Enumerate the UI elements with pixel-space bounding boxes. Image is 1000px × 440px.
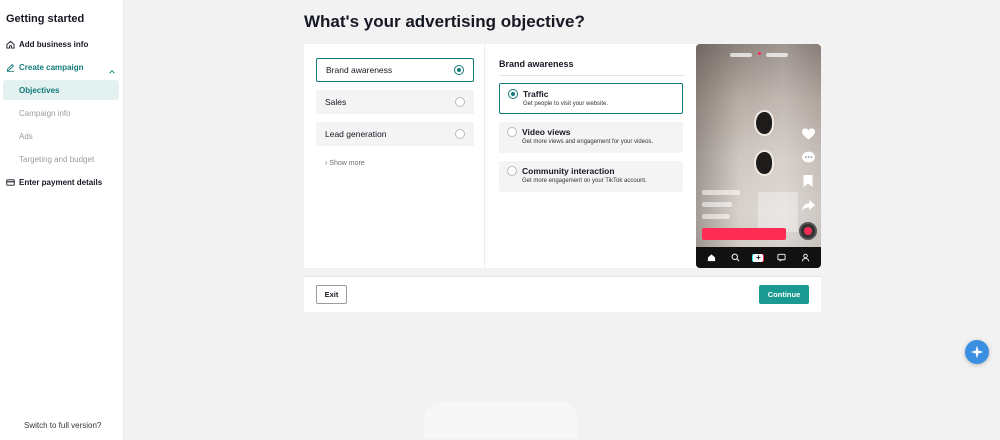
edit-icon xyxy=(6,63,15,72)
goal-option-desc: Get people to visit your website. xyxy=(523,101,609,107)
objective-option-lead-generation[interactable]: Lead generation xyxy=(316,122,474,146)
inbox-icon xyxy=(777,253,787,263)
objective-option-label: Lead generation xyxy=(325,129,387,139)
search-icon xyxy=(730,253,740,263)
product-pedestal xyxy=(758,192,798,232)
radio-icon[interactable] xyxy=(455,97,465,107)
ad-preview-phone: + xyxy=(696,44,821,268)
card-icon xyxy=(6,178,15,187)
switch-to-full-version-link[interactable]: Switch to full version? xyxy=(24,421,101,430)
sidebar-title: Getting started xyxy=(6,13,85,25)
preview-bottom-nav: + xyxy=(696,247,821,268)
sidebar-item-enter-payment-details[interactable]: Enter payment details xyxy=(6,178,102,187)
goal-option-title: Traffic xyxy=(523,89,549,99)
heart-icon xyxy=(800,127,816,141)
preview-tab-placeholder xyxy=(766,53,788,57)
home-icon xyxy=(707,253,717,263)
chevron-right-icon: › xyxy=(325,160,328,167)
objective-option-label: Brand awareness xyxy=(326,65,393,75)
chevron-up-icon[interactable] xyxy=(108,63,116,81)
show-more-label: Show more xyxy=(329,160,365,167)
caption-placeholder xyxy=(702,202,732,207)
sidebar-item-label: Enter payment details xyxy=(19,178,103,187)
radio-icon[interactable] xyxy=(507,166,517,176)
sidebar-item-label: Create campaign xyxy=(19,63,84,72)
plus-icon: + xyxy=(753,253,764,263)
radio-selected-icon[interactable] xyxy=(508,89,518,99)
objective-panel: Brand awareness Sales Lead generation › … xyxy=(304,44,821,268)
profile-icon xyxy=(800,253,810,263)
sidebar-subitem-targeting-and-budget[interactable]: Targeting and budget xyxy=(19,155,94,164)
live-dot xyxy=(758,52,761,55)
radio-icon[interactable] xyxy=(455,129,465,139)
sidebar-subitem-campaign-info[interactable]: Campaign info xyxy=(19,109,71,118)
objective-detail: Brand awareness Traffic Get people to vi… xyxy=(488,44,696,268)
sunglasses-lens xyxy=(754,150,774,176)
sidebar-subitem-objectives[interactable]: Objectives xyxy=(3,80,119,100)
sunglasses-image xyxy=(748,106,778,190)
goal-option-title: Community interaction xyxy=(522,166,615,176)
share-icon xyxy=(800,198,816,212)
detail-title: Brand awareness xyxy=(499,59,574,69)
comment-icon xyxy=(800,150,816,164)
action-bar: Exit Continue xyxy=(304,276,821,312)
music-disc-icon xyxy=(799,222,817,240)
caption-placeholder xyxy=(702,190,740,195)
continue-button[interactable]: Continue xyxy=(759,285,809,304)
goal-option-video-views[interactable]: Video views Get more views and engagemen… xyxy=(499,122,683,153)
preview-tab-placeholder xyxy=(730,53,752,57)
sidebar-item-label: Add business info xyxy=(19,40,89,49)
sidebar: Getting started Add business info Create… xyxy=(0,0,124,440)
radio-selected-icon[interactable] xyxy=(454,65,464,75)
goal-option-desc: Get more engagement on your TikTok accou… xyxy=(522,178,647,184)
sidebar-item-create-campaign[interactable]: Create campaign xyxy=(6,63,83,72)
radio-icon[interactable] xyxy=(507,127,517,137)
home-icon xyxy=(6,40,15,49)
objective-list: Brand awareness Sales Lead generation › … xyxy=(304,44,485,268)
sunglasses-lens xyxy=(754,110,774,136)
page-title: What's your advertising objective? xyxy=(304,12,585,31)
show-more-link[interactable]: › Show more xyxy=(325,160,365,167)
cta-bar xyxy=(702,228,786,240)
sidebar-subitem-label: Objectives xyxy=(19,86,60,95)
sidebar-subitem-ads[interactable]: Ads xyxy=(19,132,33,141)
bookmark-icon xyxy=(800,174,816,188)
assistant-sparkle-button[interactable] xyxy=(965,340,989,364)
divider xyxy=(499,75,685,76)
goal-option-community-interaction[interactable]: Community interaction Get more engagemen… xyxy=(499,161,683,192)
objective-option-sales[interactable]: Sales xyxy=(316,90,474,114)
exit-button[interactable]: Exit xyxy=(316,285,347,304)
goal-option-desc: Get more views and engagement for your v… xyxy=(522,139,654,145)
goal-option-title: Video views xyxy=(522,127,571,137)
objective-option-brand-awareness[interactable]: Brand awareness xyxy=(316,58,474,82)
background-shape xyxy=(424,402,578,438)
sparkle-icon xyxy=(970,345,984,359)
objective-option-label: Sales xyxy=(325,97,347,107)
caption-placeholder xyxy=(702,214,730,219)
sidebar-item-add-business-info[interactable]: Add business info xyxy=(6,40,88,49)
goal-option-traffic[interactable]: Traffic Get people to visit your website… xyxy=(499,83,683,114)
